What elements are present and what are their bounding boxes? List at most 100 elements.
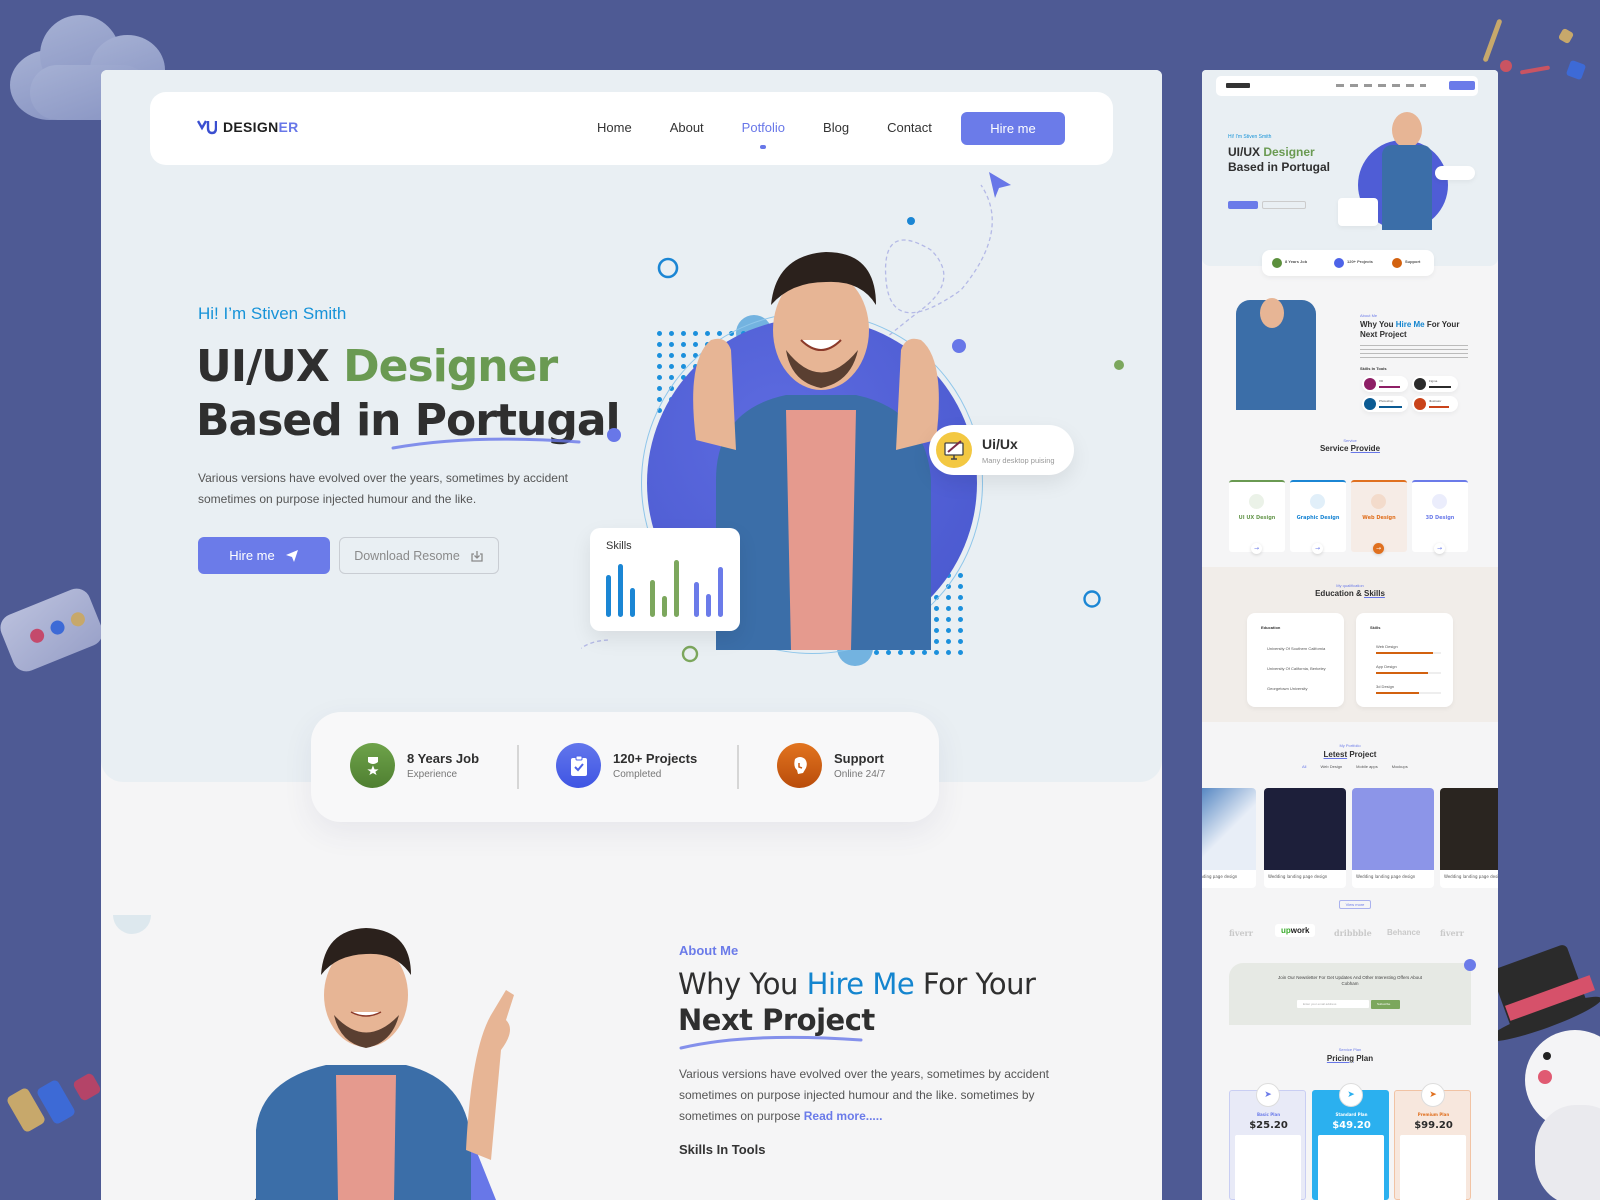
preview-skill-progress	[1376, 692, 1441, 694]
stat-subtitle: Online 24/7	[834, 769, 886, 780]
preview-project-card: Wedding landing page design	[1352, 788, 1434, 888]
preview-pricing-title: Pricing Plan	[1326, 1054, 1374, 1063]
preview-service-card: Web Design →	[1351, 480, 1407, 554]
preview-newsletter: Join Our Newsletter For Get Updates And …	[1229, 963, 1471, 1025]
skill-bar	[650, 580, 655, 617]
skill-bar	[618, 563, 623, 617]
preview-view-more: View more	[1339, 900, 1371, 909]
stat-subtitle: Completed	[613, 769, 662, 780]
uiux-badge-subtitle: Many desktop puising	[982, 456, 1055, 465]
stat-subtitle: Experience	[407, 769, 458, 780]
preview-about-label: About Me	[1360, 313, 1378, 318]
uiux-badge-title: Ui/Ux	[982, 436, 1018, 452]
stats-bar: 8 Years Job Experience 120+ Projects Compl…	[311, 712, 939, 822]
preview-brand-fiverr: fiverr	[1229, 928, 1253, 938]
navbar: DESIGNER Home About Potfolio Blog Contac…	[150, 92, 1113, 165]
preview-plan-standard: ➤ Standard Plan $49.20	[1312, 1083, 1389, 1200]
read-more-link[interactable]: Read more.....	[804, 1109, 883, 1123]
preview-service-card: 3D Design →	[1412, 480, 1468, 554]
paper-plane-icon	[285, 549, 298, 562]
about-label: About Me	[679, 943, 739, 958]
full-page-preview: Hi! I'm Stiven Smith UI/UX Designer Based…	[1202, 70, 1498, 1200]
nav-blog[interactable]: Blog	[823, 120, 849, 135]
download-icon	[471, 550, 483, 562]
preview-stats-bar: 8 Years Job 120+ Projects Support	[1262, 250, 1434, 276]
preview-tool-card: Illustrator	[1412, 396, 1458, 412]
clipboard-check-icon	[556, 743, 601, 788]
logo-icon	[197, 120, 217, 135]
preview-about-text	[1360, 345, 1468, 359]
preview-brand-fiverr: fiverr	[1440, 928, 1464, 938]
preview-hero-body	[1382, 145, 1432, 230]
preview-brand-upwork: upwork	[1275, 924, 1316, 937]
preview-uiux-badge	[1435, 166, 1475, 180]
preview-skill-progress	[1376, 672, 1441, 674]
hire-me-label: Hire me	[229, 548, 275, 563]
preview-project-card: Wedding landing page design	[1264, 788, 1346, 888]
preview-service-card: Graphic Design →	[1290, 480, 1346, 554]
about-person-image	[254, 928, 514, 1200]
preview-hero-title: UI/UX Designer Based in Portugal	[1228, 145, 1331, 174]
preview-hero-face	[1392, 112, 1422, 148]
preview-pricing-label: Service Plan	[1338, 1047, 1362, 1052]
preview-service-card: UI UX Design →	[1229, 480, 1285, 554]
about-heading: Why You Hire Me For Your Next Project	[678, 967, 1036, 1037]
skill-bar	[706, 593, 711, 617]
nav-links: Home About Potfolio Blog Contact	[597, 120, 970, 135]
preview-scroll-top-button	[1464, 959, 1476, 971]
preview-tool-card: Photoshop	[1362, 396, 1408, 412]
logo-text: DESIGNER	[223, 119, 299, 135]
stat-experience: 8 Years Job Experience	[350, 743, 479, 788]
nav-about[interactable]: About	[670, 120, 704, 135]
preview-navbar	[1216, 76, 1478, 96]
skill-bar	[694, 582, 699, 617]
preview-greeting: Hi! I'm Stiven Smith	[1228, 134, 1272, 140]
hero-description: Various versions have evolved over the y…	[198, 471, 568, 506]
preview-brand-dribbble: dribbble	[1334, 928, 1372, 938]
preview-tool-card: XD	[1362, 376, 1408, 392]
preview-about-face	[1260, 298, 1284, 328]
nav-hire-me-button[interactable]: Hire me	[961, 112, 1065, 145]
skill-bar	[662, 596, 667, 617]
skills-card-title: Skills	[606, 540, 632, 552]
preview-brand-behance: Behance	[1387, 928, 1421, 937]
skill-bar	[674, 560, 679, 617]
download-resume-button[interactable]: Download Resome	[339, 537, 499, 574]
stat-title: 120+ Projects	[613, 751, 698, 766]
preview-qual-label: My qualification	[1336, 583, 1364, 588]
about-heading-underline	[679, 1035, 863, 1050]
nav-contact[interactable]: Contact	[887, 120, 932, 135]
download-resume-label: Download Resome	[354, 548, 460, 563]
nav-portfolio[interactable]: Potfolio	[742, 120, 785, 135]
skill-bar	[630, 588, 635, 617]
preview-qual-title: Education & Skills	[1315, 589, 1385, 598]
preview-portfolio-label: My Portfolio	[1339, 743, 1361, 748]
hire-me-button[interactable]: Hire me	[198, 537, 330, 574]
preview-skill-progress	[1376, 652, 1441, 654]
preview-hire-button	[1228, 201, 1258, 209]
preview-portfolio-filters: All Web Design Mobile apps Mockups	[1302, 764, 1408, 769]
preview-about-heading: Why You Hire Me For Your Next Project	[1360, 320, 1460, 339]
nav-home[interactable]: Home	[597, 120, 632, 135]
preview-plan-basic: ➤ Basic Plan $25.20	[1229, 1083, 1306, 1200]
stat-support: Support Online 24/7	[777, 743, 885, 788]
logo[interactable]: DESIGNER	[197, 119, 299, 135]
title-underline	[391, 437, 581, 450]
divider	[517, 745, 519, 789]
circle-decoration	[113, 915, 151, 934]
hero-visual: Skills Ui/Ux Many desktop puising	[581, 170, 1141, 690]
preview-skills-card	[1338, 198, 1378, 226]
divider	[737, 745, 739, 789]
preview-skills-card: Skills Web Design App Design 3d Design	[1356, 613, 1453, 707]
preview-tool-card: Figma	[1412, 376, 1458, 392]
skills-in-tools-heading: Skills In Tools	[679, 1142, 766, 1157]
about-description: Various versions have evolved over the y…	[679, 1067, 1049, 1123]
hero-section: DESIGNER Home About Potfolio Blog Contac…	[101, 70, 1162, 782]
stat-title: Support	[834, 751, 884, 766]
skills-card: Skills	[590, 528, 740, 631]
preview-plan-premium: ➤ Premium Plan $99.20	[1394, 1083, 1471, 1200]
skill-bar	[718, 567, 723, 617]
skill-bar	[606, 575, 611, 617]
uiux-badge: Ui/Ux Many desktop puising	[929, 425, 1074, 475]
headset-icon	[777, 743, 822, 788]
